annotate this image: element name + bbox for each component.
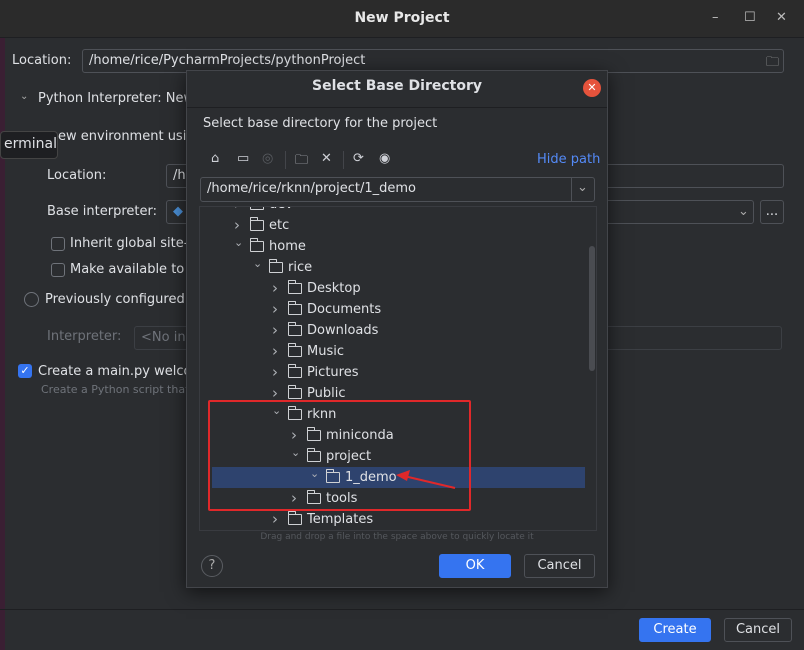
tree-item-music[interactable]: › Music xyxy=(200,341,596,362)
location-value: /home/rice/PycharmProjects/pythonProject xyxy=(89,53,366,68)
terminal-tooltip: erminal xyxy=(0,131,58,159)
footer-divider xyxy=(0,609,804,610)
chevron-down-icon[interactable]: ⌄ xyxy=(20,91,28,102)
tree-item-label: etc xyxy=(269,218,290,233)
chevron-down-icon[interactable]: ⌄ xyxy=(234,232,243,253)
refresh-icon[interactable]: ⟳ xyxy=(353,151,364,166)
tree-item-label: rice xyxy=(288,260,313,275)
close-button[interactable]: ✕ xyxy=(776,10,787,25)
dialog-cancel-button[interactable]: Cancel xyxy=(524,554,595,578)
folder-browse-icon[interactable]: 🗀 xyxy=(766,53,779,75)
path-value: /home/rice/rknn/project/1_demo xyxy=(207,181,416,196)
tree-item-label: Documents xyxy=(307,302,382,317)
chevron-right-icon[interactable]: › xyxy=(272,362,278,383)
tree-item-downloads[interactable]: › Downloads xyxy=(200,320,596,341)
desktop-icon[interactable]: ▭ xyxy=(237,151,249,166)
dialog-close-button[interactable]: ✕ xyxy=(583,79,601,97)
delete-icon[interactable]: ✕ xyxy=(321,151,332,166)
tree-item-label: Pictures xyxy=(307,365,359,380)
main-cancel-button[interactable]: Cancel xyxy=(724,618,792,642)
make-available-checkbox[interactable] xyxy=(51,263,65,277)
chevron-right-icon[interactable]: › xyxy=(272,320,278,341)
dialog-subtitle: Select base directory for the project xyxy=(203,116,438,131)
folder-icon xyxy=(250,207,264,210)
previously-configured-radio[interactable] xyxy=(24,292,39,307)
tree-item-rice[interactable]: ⌄ rice xyxy=(200,257,596,278)
folder-icon xyxy=(288,343,302,357)
interpreter-value: <No in xyxy=(141,330,186,345)
folder-icon xyxy=(250,238,264,252)
folder-icon xyxy=(288,280,302,294)
new-environment-radio-label[interactable]: ew environment usin xyxy=(58,129,195,144)
chevron-right-icon[interactable]: › xyxy=(234,207,240,215)
target-icon: ◎ xyxy=(262,151,274,166)
desktop-edge xyxy=(0,38,5,650)
window-title: New Project xyxy=(354,10,450,26)
help-button[interactable]: ? xyxy=(201,555,223,577)
tree-item-label: Downloads xyxy=(307,323,379,338)
folder-icon xyxy=(288,322,302,336)
chevron-right-icon[interactable]: › xyxy=(272,278,278,299)
make-available-label: Make available to a xyxy=(70,262,197,277)
env-location-value: /h xyxy=(173,168,186,183)
browse-button[interactable]: ... xyxy=(760,200,784,224)
inherit-label: Inherit global site- xyxy=(70,236,189,251)
folder-icon xyxy=(288,511,302,525)
create-button[interactable]: Create xyxy=(639,618,711,642)
location-label: Location: xyxy=(12,53,72,68)
env-location-label: Location: xyxy=(47,168,107,183)
folder-icon xyxy=(288,364,302,378)
tree-item-templates[interactable]: › Templates xyxy=(200,509,596,530)
home-icon[interactable]: ⌂ xyxy=(211,151,219,166)
new-folder-icon[interactable]: 🗀 xyxy=(295,151,308,173)
hide-path-link[interactable]: Hide path xyxy=(537,152,600,167)
tree-item-etc[interactable]: › etc xyxy=(200,215,596,236)
tree-item-pictures[interactable]: › Pictures xyxy=(200,362,596,383)
chevron-right-icon[interactable]: › xyxy=(272,299,278,320)
interpreter-section-header[interactable]: Python Interpreter: New xyxy=(38,91,194,106)
tree-item-desktop[interactable]: › Desktop xyxy=(200,278,596,299)
chevron-down-icon[interactable]: ⌄ xyxy=(577,180,588,195)
tooltip-text: erminal xyxy=(4,136,57,152)
ok-button[interactable]: OK xyxy=(439,554,511,578)
previously-configured-label: Previously configured xyxy=(45,292,185,307)
tree-item-dev[interactable]: › dev xyxy=(200,207,596,215)
tree-item-label: Music xyxy=(307,344,344,359)
toolbar-separator xyxy=(285,151,286,169)
chevron-right-icon[interactable]: › xyxy=(272,509,278,530)
tree-scrollbar[interactable] xyxy=(589,246,595,371)
tree-item-label: home xyxy=(269,239,306,254)
drag-drop-hint: Drag and drop a file into the space abov… xyxy=(260,532,534,542)
tree-item-label: Desktop xyxy=(307,281,361,296)
path-input[interactable]: /home/rice/rknn/project/1_demo xyxy=(200,177,595,202)
minimize-button[interactable]: – xyxy=(712,10,719,25)
dialog-title-divider xyxy=(187,107,607,108)
create-main-hint: Create a Python script that xyxy=(41,383,190,396)
tree-item-documents[interactable]: › Documents xyxy=(200,299,596,320)
create-main-label: Create a main.py welco xyxy=(38,364,192,379)
inherit-checkbox[interactable] xyxy=(51,237,65,251)
tree-item-label: Templates xyxy=(307,512,374,527)
folder-icon xyxy=(250,217,264,231)
path-dropdown-divider xyxy=(571,178,572,201)
base-interpreter-label: Base interpreter: xyxy=(47,204,157,219)
folder-icon xyxy=(269,259,283,273)
create-main-checkbox[interactable]: ✓ xyxy=(18,364,32,378)
interpreter-label: Interpreter: xyxy=(47,329,122,344)
tree-item-label: dev xyxy=(269,207,293,215)
title-bar: New Project – ☐ ✕ xyxy=(0,0,804,38)
chevron-down-icon: ⌄ xyxy=(738,204,749,219)
annotation-arrow xyxy=(396,470,456,489)
maximize-button[interactable]: ☐ xyxy=(744,10,756,25)
python-icon: ◆ xyxy=(173,204,183,219)
folder-icon xyxy=(288,385,302,399)
show-hidden-icon[interactable]: ◉ xyxy=(379,151,390,166)
dialog-title: Select Base Directory xyxy=(311,78,483,94)
folder-icon xyxy=(288,301,302,315)
chevron-down-icon[interactable]: ⌄ xyxy=(253,253,262,274)
toolbar-separator xyxy=(343,151,344,169)
chevron-right-icon[interactable]: › xyxy=(272,341,278,362)
